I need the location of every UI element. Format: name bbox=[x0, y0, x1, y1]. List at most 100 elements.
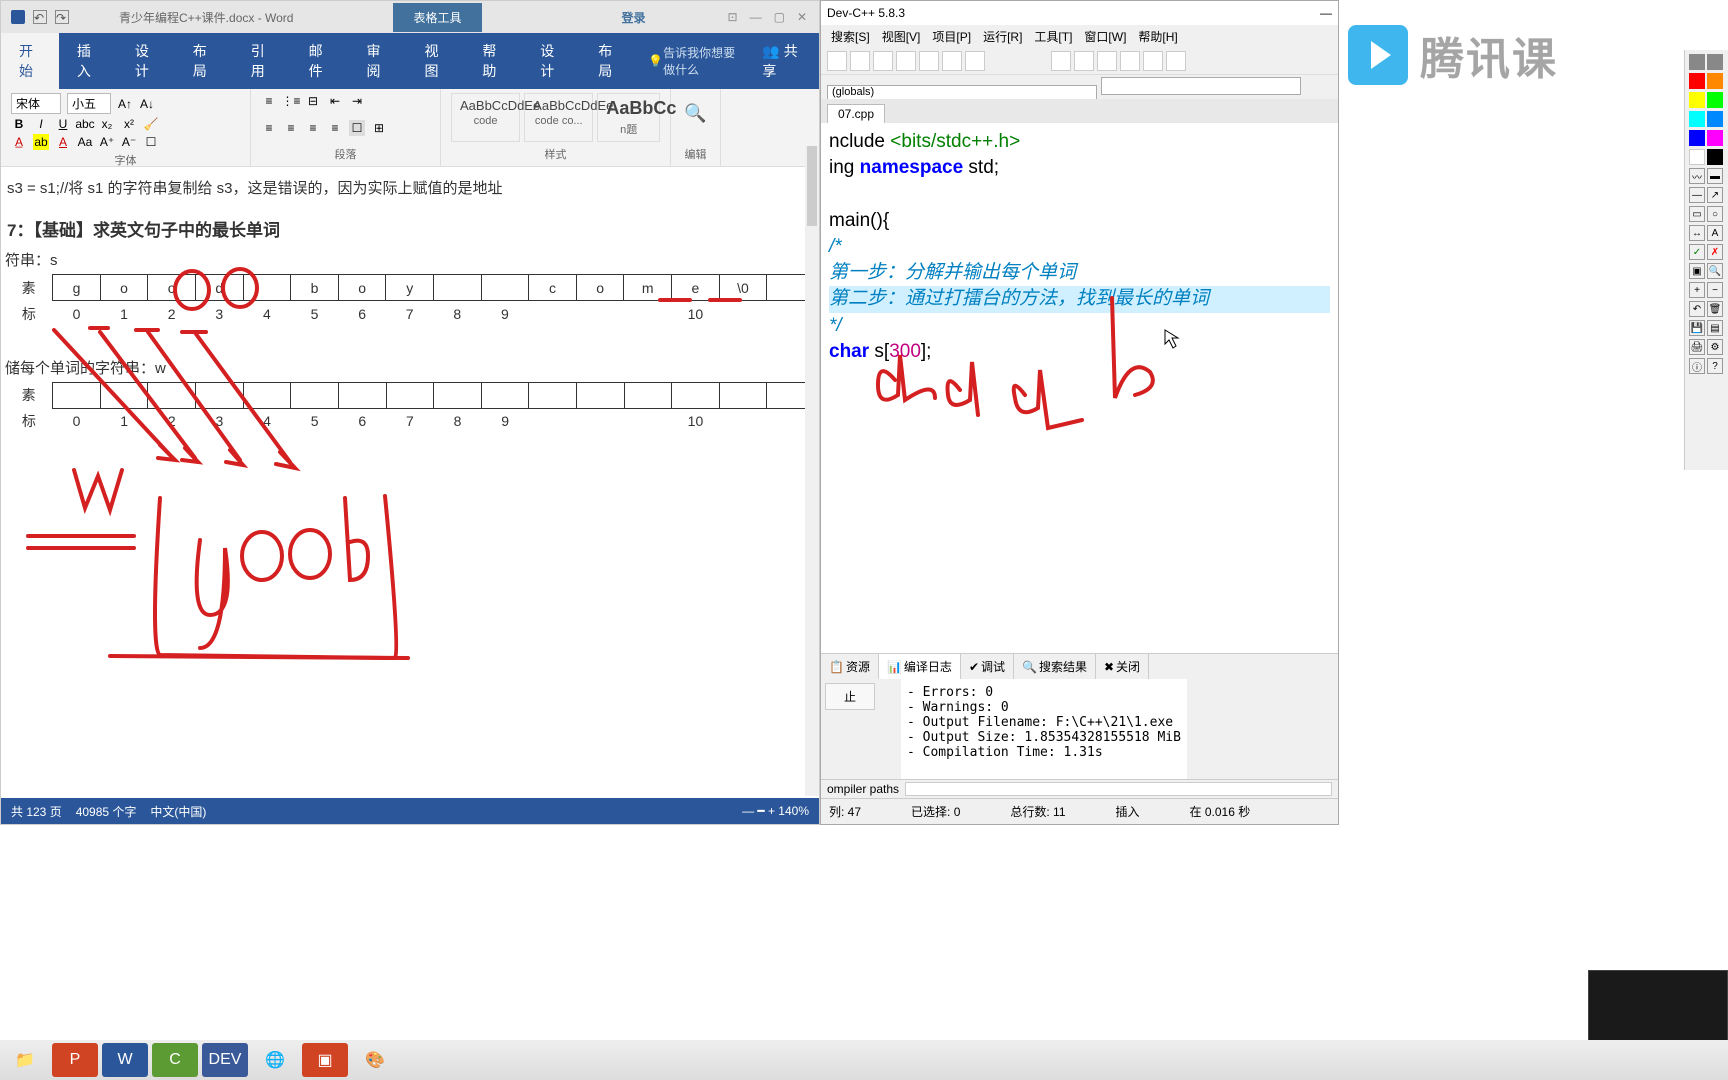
color-green[interactable] bbox=[1707, 92, 1723, 108]
code-editor[interactable]: nclude <bits/stdc++.h> ing namespace std… bbox=[821, 123, 1338, 653]
justify-icon[interactable]: ≡ bbox=[327, 120, 343, 136]
forward-icon[interactable] bbox=[850, 51, 870, 71]
trash-icon[interactable]: 🗑 bbox=[1707, 301, 1723, 317]
color-yellow[interactable] bbox=[1689, 92, 1705, 108]
settings-icon[interactable]: ⚙ bbox=[1707, 339, 1723, 355]
highlight-icon[interactable]: ab bbox=[33, 134, 49, 150]
rect-icon[interactable]: ▭ bbox=[1689, 206, 1705, 222]
tab-references[interactable]: 引用 bbox=[233, 33, 291, 89]
menu-run[interactable]: 运行[R] bbox=[979, 26, 1026, 47]
borders-icon[interactable]: ⊞ bbox=[371, 120, 387, 136]
word-icon[interactable]: W bbox=[102, 1043, 148, 1077]
undo-icon[interactable]: ↶ bbox=[33, 10, 47, 24]
color-cyan[interactable] bbox=[1689, 111, 1705, 127]
minimize-icon[interactable]: — bbox=[750, 10, 762, 24]
check-icon[interactable]: ✓ bbox=[1689, 244, 1705, 260]
minus-icon[interactable]: − bbox=[1707, 282, 1723, 298]
ellipse-icon[interactable]: ○ bbox=[1707, 206, 1723, 222]
chrome-icon[interactable]: 🌐 bbox=[252, 1043, 298, 1077]
print-icon[interactable] bbox=[1166, 51, 1186, 71]
bullets-icon[interactable]: ≡ bbox=[261, 93, 277, 109]
strike-icon[interactable]: abc bbox=[77, 116, 93, 132]
change-case-icon[interactable]: Aa bbox=[77, 134, 93, 150]
word-count[interactable]: 40985 个字 bbox=[76, 803, 137, 820]
tab-table-design[interactable]: 设计 bbox=[522, 33, 580, 89]
highlighter-icon[interactable]: ▬ bbox=[1707, 168, 1723, 184]
tab-insert[interactable]: 插入 bbox=[59, 33, 117, 89]
close-icon[interactable] bbox=[1143, 51, 1163, 71]
tab-search-results[interactable]: 🔍 搜索结果 bbox=[1014, 654, 1096, 679]
stop-button[interactable]: 止 bbox=[825, 683, 875, 710]
grow-font-icon[interactable]: A↑ bbox=[117, 96, 133, 112]
undo-icon[interactable]: ↶ bbox=[1689, 301, 1705, 317]
debug-icon[interactable] bbox=[965, 51, 985, 71]
color-grey2[interactable] bbox=[1707, 54, 1723, 70]
document-body[interactable]: s3 = s1;//将 s1 的字符串复制给 s3，这是错误的，因为实际上赋值的… bbox=[1, 167, 819, 687]
back-icon[interactable] bbox=[827, 51, 847, 71]
clear-format-icon[interactable]: 🧹 bbox=[143, 116, 159, 132]
tab-view[interactable]: 视图 bbox=[406, 33, 464, 89]
tab-design[interactable]: 设计 bbox=[117, 33, 175, 89]
find-icon[interactable]: 🔍 bbox=[681, 103, 710, 124]
plus-icon[interactable]: + bbox=[1689, 282, 1705, 298]
color-orange[interactable] bbox=[1707, 73, 1723, 89]
style-code-co[interactable]: AaBbCcDdEecode co... bbox=[524, 93, 593, 142]
help-icon[interactable]: ? bbox=[1707, 358, 1723, 374]
superscript-icon[interactable]: x² bbox=[121, 116, 137, 132]
menu-help[interactable]: 帮助[H] bbox=[1134, 26, 1181, 47]
box-icon[interactable]: ▣ bbox=[1689, 263, 1705, 279]
color-magenta[interactable] bbox=[1707, 130, 1723, 146]
rebuild-icon[interactable] bbox=[942, 51, 962, 71]
underline-icon[interactable]: U bbox=[55, 116, 71, 132]
bold-icon[interactable]: B bbox=[11, 116, 27, 132]
text-icon[interactable]: A bbox=[1707, 225, 1723, 241]
minimize-icon[interactable]: — bbox=[1320, 6, 1332, 20]
save-icon[interactable] bbox=[11, 10, 25, 24]
subscript-icon[interactable]: x₂ bbox=[99, 116, 115, 132]
ribbon-options-icon[interactable]: ⊡ bbox=[728, 10, 738, 24]
numbering-icon[interactable]: ⋮≡ bbox=[283, 93, 299, 109]
epic-pen-icon[interactable]: 🎨 bbox=[352, 1043, 398, 1077]
tab-compile-log[interactable]: 📊 编译日志 bbox=[879, 654, 961, 679]
saveall-icon[interactable] bbox=[1120, 51, 1140, 71]
app-icon[interactable]: ▣ bbox=[302, 1043, 348, 1077]
menu-view[interactable]: 视图[V] bbox=[878, 26, 925, 47]
font-color-icon[interactable]: A̲ bbox=[11, 134, 27, 150]
arrowhead-icon[interactable]: ↔ bbox=[1689, 225, 1705, 241]
compile-icon[interactable] bbox=[873, 51, 893, 71]
word-scrollbar[interactable] bbox=[805, 146, 819, 796]
tab-debug[interactable]: ✔ 调试 bbox=[961, 654, 1014, 679]
color-black[interactable] bbox=[1707, 149, 1723, 165]
tab-review[interactable]: 审阅 bbox=[349, 33, 407, 89]
cross-icon[interactable]: ✗ bbox=[1707, 244, 1723, 260]
shrink-icon[interactable]: A⁻ bbox=[121, 134, 137, 150]
zoom-level[interactable]: — ━ + 140% bbox=[742, 804, 809, 818]
zoom-icon[interactable]: 🔍 bbox=[1707, 263, 1723, 279]
menu-project[interactable]: 项目[P] bbox=[928, 26, 975, 47]
menu-tools[interactable]: 工具[T] bbox=[1030, 26, 1076, 47]
font-color2-icon[interactable]: A bbox=[55, 134, 71, 150]
file-tab[interactable]: 07.cpp bbox=[827, 104, 885, 123]
run-icon[interactable] bbox=[896, 51, 916, 71]
align-right-icon[interactable]: ≡ bbox=[305, 120, 321, 136]
info-icon[interactable]: ⓘ bbox=[1689, 358, 1705, 374]
maximize-icon[interactable]: ▢ bbox=[774, 10, 785, 24]
tab-help[interactable]: 帮助 bbox=[464, 33, 522, 89]
print-icon[interactable]: 🖨 bbox=[1689, 339, 1705, 355]
open-icon[interactable] bbox=[1074, 51, 1094, 71]
menu-window[interactable]: 窗口[W] bbox=[1080, 26, 1130, 47]
line-icon[interactable]: — bbox=[1689, 187, 1705, 203]
style-heading[interactable]: AaBbCcn题 bbox=[597, 93, 660, 142]
explorer-icon[interactable]: 📁 bbox=[2, 1043, 48, 1077]
table-tools-tab[interactable]: 表格工具 bbox=[393, 3, 481, 32]
tab-resources[interactable]: 📋 资源 bbox=[821, 654, 879, 679]
close-icon[interactable]: ✕ bbox=[797, 10, 807, 24]
indent-dec-icon[interactable]: ⇤ bbox=[327, 93, 343, 109]
size-selector[interactable]: 小五 bbox=[67, 93, 111, 114]
color-blue[interactable] bbox=[1707, 111, 1723, 127]
tab-table-layout[interactable]: 布局 bbox=[580, 33, 638, 89]
tab-close[interactable]: ✖ 关闭 bbox=[1096, 654, 1149, 679]
powerpoint-icon[interactable]: P bbox=[52, 1043, 98, 1077]
share-button[interactable]: 👥 共享 bbox=[744, 33, 819, 89]
compile-run-icon[interactable] bbox=[919, 51, 939, 71]
